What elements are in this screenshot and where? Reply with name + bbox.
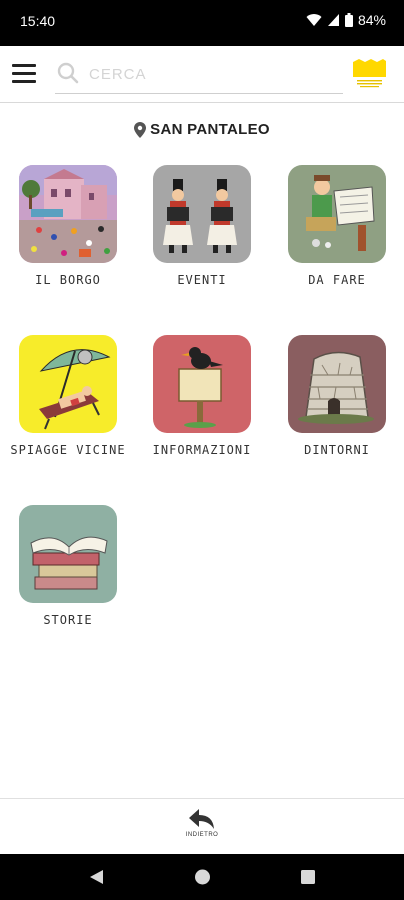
tile-informazioni[interactable]: INFORMAZIONI [137, 335, 267, 458]
tile-il-borgo[interactable]: IL BORGO [3, 165, 133, 288]
back-arrow-icon [189, 809, 214, 829]
nav-recents-icon[interactable] [300, 868, 316, 886]
app-logo[interactable] [353, 59, 386, 89]
menu-button[interactable] [12, 64, 36, 86]
back-label: INDIETRO [185, 832, 219, 838]
tile-da-fare[interactable]: DA FARE [272, 165, 402, 288]
search-icon [57, 62, 79, 84]
tile-spiagge-vicine[interactable]: SPIAGGE VICINE [3, 335, 133, 458]
storie-image [19, 505, 117, 603]
nav-home-icon[interactable] [194, 868, 211, 886]
hamburger-icon [12, 64, 36, 67]
status-time: 15:40 [20, 13, 56, 29]
il-borgo-image [19, 165, 117, 263]
search-bar [55, 58, 343, 94]
location-title: SAN PANTALEO [150, 121, 270, 138]
eventi-image [153, 165, 251, 263]
informazioni-image [153, 335, 251, 433]
tile-storie[interactable]: STORIE [3, 505, 133, 628]
hamburger-icon-line [12, 80, 36, 83]
battery-percent: 84% [357, 12, 386, 28]
status-icons: 84% [306, 12, 386, 28]
spiagge-vicine-image [19, 335, 117, 433]
tile-dintorni[interactable]: DINTORNI [272, 335, 402, 458]
app-bar [0, 46, 404, 103]
tile-label: STORIE [43, 613, 93, 627]
nav-back-icon[interactable] [87, 868, 105, 886]
location-pin-icon [134, 121, 147, 138]
tile-label: DA FARE [308, 273, 366, 287]
dintorni-image [288, 335, 386, 433]
location-header: SAN PANTALEO [0, 121, 404, 138]
tile-label: IL BORGO [35, 273, 101, 287]
back-button[interactable]: INDIETRO [172, 807, 232, 849]
hamburger-icon-line [12, 72, 36, 75]
status-bar: 15:40 84% [0, 0, 404, 46]
system-nav-bar [0, 854, 404, 900]
bottom-bar: INDIETRO [0, 798, 404, 854]
tile-label: EVENTI [177, 273, 227, 287]
battery-icon [344, 13, 353, 27]
tile-label: INFORMAZIONI [152, 443, 252, 457]
search-input[interactable] [89, 62, 329, 86]
signal-icon [327, 14, 339, 26]
tile-label: SPIAGGE VICINE [10, 443, 126, 457]
tile-eventi[interactable]: EVENTI [137, 165, 267, 288]
wifi-icon [306, 14, 322, 26]
da-fare-image [288, 165, 386, 263]
tile-label: DINTORNI [304, 443, 370, 457]
